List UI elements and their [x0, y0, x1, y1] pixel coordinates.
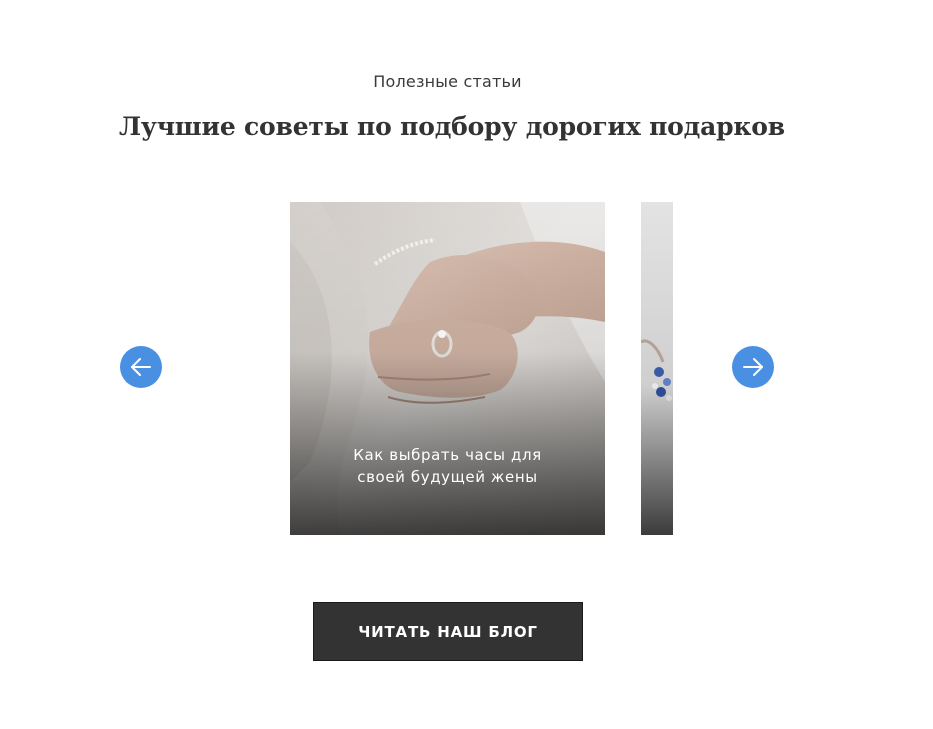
article-card-next[interactable] — [641, 202, 673, 535]
articles-carousel: Как выбрать часы для своей будущей жены — [0, 202, 933, 535]
arrow-right-icon — [743, 358, 763, 376]
read-blog-button[interactable]: ЧИТАТЬ НАШ БЛОГ — [313, 602, 583, 661]
carousel-next-button[interactable] — [732, 346, 774, 388]
section-eyebrow: Полезные статьи — [373, 72, 522, 91]
arrow-left-icon — [131, 358, 151, 376]
carousel-prev-button[interactable] — [120, 346, 162, 388]
section-heading: Лучшие советы по подбору дорогих подарко… — [119, 112, 785, 141]
article-card-caption: Как выбрать часы для своей будущей жены — [353, 446, 542, 486]
article-card[interactable]: Как выбрать часы для своей будущей жены — [290, 202, 605, 535]
article-card-next-image — [641, 202, 673, 535]
